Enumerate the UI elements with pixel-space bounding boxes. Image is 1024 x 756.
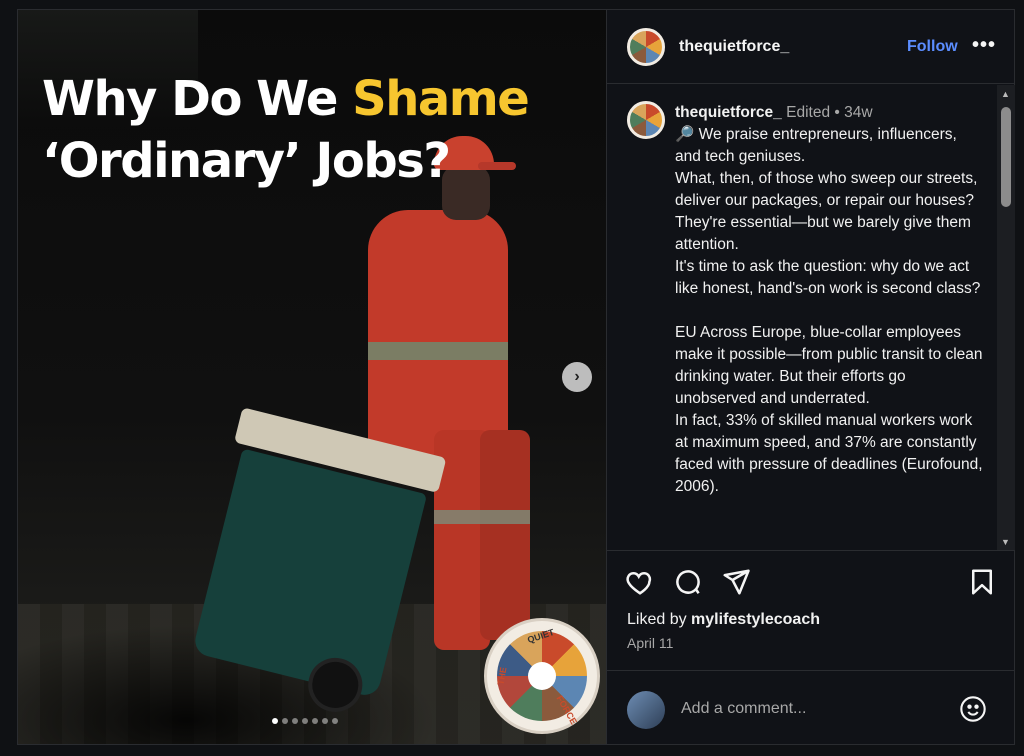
carousel-dots bbox=[272, 718, 338, 724]
author-avatar[interactable] bbox=[627, 28, 665, 66]
post-media[interactable]: Why Do We Shame ‘Ordinary’ Jobs? › QUIET… bbox=[18, 10, 606, 744]
post-sidebar: thequietforce_ Follow ••• thequietforce_… bbox=[606, 10, 1015, 744]
scroll-down-icon[interactable]: ▼ bbox=[1001, 537, 1010, 547]
carousel-dot[interactable] bbox=[272, 718, 278, 724]
post-headline: Why Do We Shame ‘Ordinary’ Jobs? bbox=[42, 68, 530, 192]
carousel-dot[interactable] bbox=[282, 718, 288, 724]
bin-body bbox=[191, 448, 428, 699]
quiet-force-logo: QUIET THE FORCE bbox=[484, 618, 600, 734]
carousel-dot[interactable] bbox=[302, 718, 308, 724]
logo-center bbox=[528, 662, 556, 690]
post-modal: Why Do We Shame ‘Ordinary’ Jobs? › QUIET… bbox=[17, 9, 1015, 745]
scroll-thumb[interactable] bbox=[1001, 107, 1011, 207]
likes-user[interactable]: mylifestylecoach bbox=[691, 611, 820, 628]
carousel-next-button[interactable]: › bbox=[562, 362, 592, 392]
follow-button[interactable]: Follow bbox=[907, 38, 958, 56]
carousel-dot[interactable] bbox=[312, 718, 318, 724]
post-header: thequietforce_ Follow ••• bbox=[607, 10, 1014, 84]
caption-username[interactable]: thequietforce_ bbox=[675, 104, 782, 121]
post-actions bbox=[625, 567, 997, 599]
caption-line: EU Across Europe, blue-collar employees … bbox=[675, 324, 983, 407]
comment-bar bbox=[607, 670, 1015, 744]
caption-edited: Edited bbox=[786, 104, 831, 121]
caption-line: It's time to ask the question: why do we… bbox=[675, 258, 981, 297]
caption-line: 🔎 We praise entrepreneurs, influencers, … bbox=[675, 126, 957, 165]
carousel-dot[interactable] bbox=[322, 718, 328, 724]
chevron-right-icon: › bbox=[574, 368, 580, 385]
headline-line2: ‘Ordinary’ Jobs? bbox=[42, 133, 451, 189]
scroll-up-icon[interactable]: ▲ bbox=[1001, 89, 1010, 99]
caption-line: What, then, of those who sweep our stree… bbox=[675, 170, 978, 209]
caption-avatar[interactable] bbox=[627, 101, 665, 139]
carousel-dot[interactable] bbox=[332, 718, 338, 724]
reflective-stripe bbox=[368, 342, 508, 360]
heart-icon[interactable] bbox=[625, 567, 657, 599]
caption-separator: • bbox=[834, 104, 840, 121]
comment-input[interactable] bbox=[681, 695, 941, 723]
emoji-icon[interactable] bbox=[959, 695, 987, 723]
carousel-dot[interactable] bbox=[292, 718, 298, 724]
worker-torso bbox=[368, 210, 508, 460]
viewer-avatar bbox=[627, 691, 665, 729]
caption-scrollbar[interactable]: ▲ ▼ bbox=[997, 85, 1015, 550]
caption-line: They're essential—but we barely give the… bbox=[675, 214, 971, 253]
share-icon[interactable] bbox=[721, 567, 753, 599]
likes-prefix: Liked by bbox=[627, 611, 692, 628]
worker-leg bbox=[480, 430, 530, 640]
headline-accent: Shame bbox=[352, 71, 530, 127]
comment-icon[interactable] bbox=[673, 567, 705, 599]
bookmark-icon[interactable] bbox=[967, 567, 999, 599]
caption-age[interactable]: 34w bbox=[844, 104, 872, 121]
more-options-icon[interactable]: ••• bbox=[972, 34, 996, 57]
likes-summary: Liked by mylifestylecoach bbox=[627, 611, 820, 629]
author-username[interactable]: thequietforce_ bbox=[679, 38, 789, 56]
post-date[interactable]: April 11 bbox=[627, 635, 673, 651]
caption-text: thequietforce_ Edited • 34w 🔎 We praise … bbox=[675, 102, 985, 498]
headline-text: Why Do We bbox=[42, 71, 353, 127]
caption-area[interactable]: thequietforce_ Edited • 34w 🔎 We praise … bbox=[607, 85, 1015, 551]
caption-line: In fact, 33% of skilled manual workers w… bbox=[675, 412, 983, 495]
